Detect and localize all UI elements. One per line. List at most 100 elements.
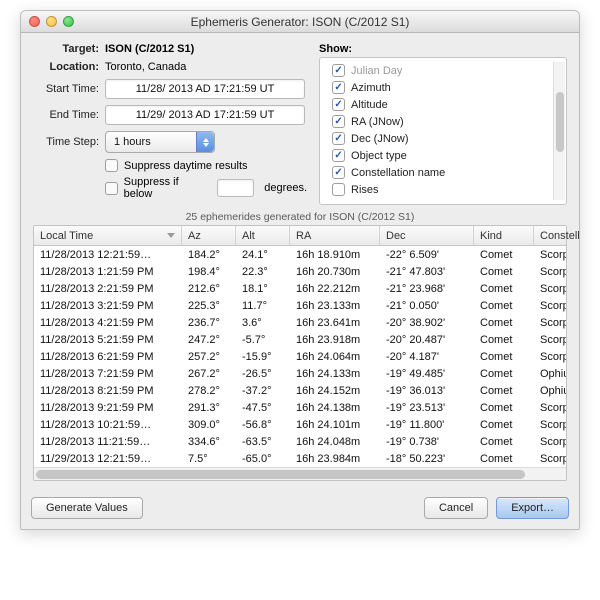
checkbox-icon[interactable]	[332, 149, 345, 162]
table-cell: 16h 24.101m	[290, 416, 380, 433]
table-cell: -56.8°	[236, 416, 290, 433]
column-header[interactable]: Local Time	[34, 226, 182, 245]
column-header[interactable]: Az	[182, 226, 236, 245]
show-option-label: Constellation name	[351, 167, 445, 179]
table-row[interactable]: 11/28/2013 7:21:59 PM267.2°-26.5°16h 24.…	[34, 365, 566, 382]
table-cell: 309.0°	[182, 416, 236, 433]
table-cell: 11/28/2013 2:21:59 PM	[34, 280, 182, 297]
table-cell: 16h 18.910m	[290, 246, 380, 263]
table-hscrollbar[interactable]	[34, 467, 566, 480]
show-option[interactable]: Constellation name	[326, 164, 560, 181]
suppress-below-checkbox[interactable]	[105, 182, 118, 195]
table-row[interactable]: 11/28/2013 1:21:59 PM198.4°22.3°16h 20.7…	[34, 263, 566, 280]
show-option[interactable]: Julian Day	[326, 62, 560, 79]
bottom-bar: Generate Values Cancel Export…	[21, 489, 579, 529]
table-row[interactable]: 11/28/2013 10:21:59…309.0°-56.8°16h 24.1…	[34, 416, 566, 433]
table-cell: -19° 36.013'	[380, 382, 474, 399]
table-cell: Comet	[474, 382, 534, 399]
table-row[interactable]: 11/28/2013 11:21:59…334.6°-63.5°16h 24.0…	[34, 433, 566, 450]
suppress-daytime-checkbox[interactable]	[105, 159, 118, 172]
table-cell: Scorpi	[534, 331, 566, 348]
hscrollbar-thumb[interactable]	[36, 470, 525, 479]
table-cell: Scorpi	[534, 263, 566, 280]
table-row[interactable]: 11/28/2013 6:21:59 PM257.2°-15.9°16h 24.…	[34, 348, 566, 365]
table-cell: 267.2°	[182, 365, 236, 382]
table-cell: -20° 20.487'	[380, 331, 474, 348]
cancel-button[interactable]: Cancel	[424, 497, 488, 519]
suppress-below-degrees-field[interactable]	[217, 179, 254, 197]
table-cell: Scorpi	[534, 450, 566, 467]
start-time-value: 11/28/ 2013 AD 17:21:59 UT	[136, 83, 275, 95]
show-option[interactable]: Dec (JNow)	[326, 130, 560, 147]
table-cell: 212.6°	[182, 280, 236, 297]
show-option-label: Azimuth	[351, 82, 391, 94]
table-cell: -22° 6.509'	[380, 246, 474, 263]
checkbox-icon[interactable]	[332, 183, 345, 196]
table-cell: Scorpi	[534, 433, 566, 450]
titlebar[interactable]: Ephemeris Generator: ISON (C/2012 S1)	[21, 11, 579, 33]
column-header[interactable]: RA	[290, 226, 380, 245]
table-cell: 7.5°	[182, 450, 236, 467]
show-scrollbar[interactable]	[553, 62, 565, 200]
show-option[interactable]: Azimuth	[326, 79, 560, 96]
checkbox-icon[interactable]	[332, 64, 345, 77]
show-option[interactable]: Altitude	[326, 96, 560, 113]
table-cell: 16h 24.152m	[290, 382, 380, 399]
column-header[interactable]: Constellat	[534, 226, 580, 245]
status-line: 25 ephemerides generated for ISON (C/201…	[33, 211, 567, 223]
target-value: ISON (C/2012 S1)	[105, 43, 194, 55]
table-row[interactable]: 11/28/2013 9:21:59 PM291.3°-47.5°16h 24.…	[34, 399, 566, 416]
checkbox-icon[interactable]	[332, 98, 345, 111]
table-cell: 16h 24.133m	[290, 365, 380, 382]
show-option[interactable]: Rises	[326, 181, 560, 198]
checkbox-icon[interactable]	[332, 132, 345, 145]
table-cell: 236.7°	[182, 314, 236, 331]
table-cell: -19° 49.485'	[380, 365, 474, 382]
table-cell: 247.2°	[182, 331, 236, 348]
end-time-field[interactable]: 11/29/ 2013 AD 17:21:59 UT	[105, 105, 305, 125]
table-cell: 16h 24.048m	[290, 433, 380, 450]
start-time-field[interactable]: 11/28/ 2013 AD 17:21:59 UT	[105, 79, 305, 99]
table-cell: 24.1°	[236, 246, 290, 263]
export-button[interactable]: Export…	[496, 497, 569, 519]
table-cell: Comet	[474, 450, 534, 467]
show-option[interactable]: Object type	[326, 147, 560, 164]
table-cell: -21° 47.803'	[380, 263, 474, 280]
table-cell: 225.3°	[182, 297, 236, 314]
ephemeris-table: Local TimeAzAltRADecKindConstellat 11/28…	[33, 225, 567, 481]
table-cell: 16h 22.212m	[290, 280, 380, 297]
table-cell: 11/28/2013 5:21:59 PM	[34, 331, 182, 348]
show-option[interactable]: RA (JNow)	[326, 113, 560, 130]
suppress-below-label-post: degrees.	[264, 182, 307, 194]
table-cell: Comet	[474, 365, 534, 382]
show-option-label: RA (JNow)	[351, 116, 404, 128]
table-row[interactable]: 11/28/2013 8:21:59 PM278.2°-37.2°16h 24.…	[34, 382, 566, 399]
table-row[interactable]: 11/28/2013 3:21:59 PM225.3°11.7°16h 23.1…	[34, 297, 566, 314]
column-header[interactable]: Alt	[236, 226, 290, 245]
table-body: 11/28/2013 12:21:59…184.2°24.1°16h 18.91…	[34, 246, 566, 467]
table-cell: 16h 24.138m	[290, 399, 380, 416]
table-row[interactable]: 11/28/2013 12:21:59…184.2°24.1°16h 18.91…	[34, 246, 566, 263]
column-header[interactable]: Kind	[474, 226, 534, 245]
table-row[interactable]: 11/28/2013 5:21:59 PM247.2°-5.7°16h 23.9…	[34, 331, 566, 348]
scrollbar-thumb[interactable]	[556, 92, 564, 152]
table-row[interactable]: 11/28/2013 2:21:59 PM212.6°18.1°16h 22.2…	[34, 280, 566, 297]
checkbox-icon[interactable]	[332, 81, 345, 94]
time-step-select[interactable]: 1 hours	[105, 131, 215, 153]
table-cell: -26.5°	[236, 365, 290, 382]
checkbox-icon[interactable]	[332, 115, 345, 128]
table-cell: 16h 23.984m	[290, 450, 380, 467]
content-area: Target: ISON (C/2012 S1) Location: Toron…	[21, 33, 579, 489]
table-row[interactable]: 11/28/2013 4:21:59 PM236.7°3.6°16h 23.64…	[34, 314, 566, 331]
table-cell: -18° 50.223'	[380, 450, 474, 467]
checkbox-icon[interactable]	[332, 166, 345, 179]
target-label: Target:	[33, 43, 99, 55]
time-step-label: Time Step:	[33, 136, 99, 148]
table-cell: -21° 23.968'	[380, 280, 474, 297]
table-row[interactable]: 11/29/2013 12:21:59…7.5°-65.0°16h 23.984…	[34, 450, 566, 467]
table-cell: 16h 23.133m	[290, 297, 380, 314]
column-header[interactable]: Dec	[380, 226, 474, 245]
table-header: Local TimeAzAltRADecKindConstellat	[34, 226, 566, 246]
generate-button[interactable]: Generate Values	[31, 497, 143, 519]
table-cell: 198.4°	[182, 263, 236, 280]
